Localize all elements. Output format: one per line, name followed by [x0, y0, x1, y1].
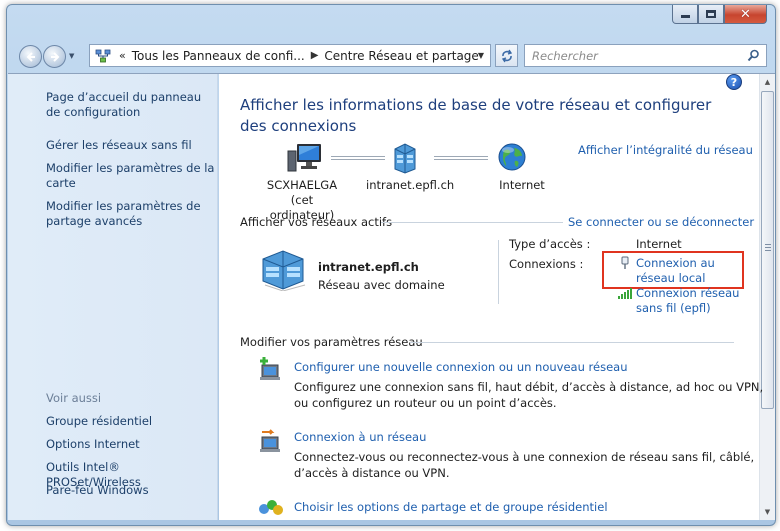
wireless-connection-line1: Connexion réseau: [636, 286, 740, 300]
section-divider: [381, 222, 563, 223]
arrow-left-icon: [26, 51, 35, 62]
setup-new-connection-link[interactable]: Configurer une nouvelle connexion ou un …: [294, 360, 627, 374]
breadcrumb-separator-icon[interactable]: ▶: [311, 50, 319, 61]
network-map-label: intranet.epfl.ch: [366, 178, 455, 192]
refresh-button[interactable]: [495, 44, 518, 67]
homegroup-icon: [259, 500, 283, 515]
active-networks-header: Afficher vos réseaux actifs: [240, 215, 393, 229]
connect-network-icon: [260, 429, 280, 452]
see-also-homegroup[interactable]: Groupe résidentiel: [46, 414, 216, 429]
sidebar-link-adapter-settings[interactable]: Modifier les paramètres de la carte: [46, 161, 216, 191]
wireless-connection-line2: sans fil (epfl): [636, 301, 711, 315]
grip-icon: [765, 244, 771, 251]
see-also-internet-options[interactable]: Options Internet: [46, 437, 216, 452]
active-network-type: Réseau avec domaine: [318, 278, 445, 292]
connect-to-network-desc-1: Connectez-vous ou reconnectez-vous à une…: [294, 450, 755, 464]
globe-icon: [498, 143, 526, 171]
control-panel-network-icon: [95, 49, 111, 62]
sharing-options-link[interactable]: Choisir les options de partage et de gro…: [294, 500, 608, 514]
maximize-button[interactable]: [698, 5, 724, 24]
internet-label: Internet: [499, 178, 545, 192]
refresh-icon: [501, 49, 512, 62]
search-icon[interactable]: [747, 49, 760, 62]
computer-icon: [287, 144, 321, 172]
close-icon: ✕: [740, 6, 751, 22]
maximize-icon: [706, 10, 716, 18]
navigation-bar: ▼ « Tous les Panneaux de confi... ▶ Cent…: [17, 43, 767, 69]
link-computer-to-network: [331, 156, 385, 160]
scroll-down-arrow-icon[interactable]: ▼: [760, 504, 775, 520]
domain-network-icon: [262, 250, 306, 291]
link-network-to-internet: [434, 156, 488, 160]
sidebar: Page d’accueil du panneau de configurati…: [8, 74, 218, 520]
recent-pages-dropdown[interactable]: ▼: [69, 52, 78, 61]
change-settings-header: Modifier vos paramètres réseau: [240, 335, 423, 349]
vertical-scrollbar[interactable]: ▲ ▼: [759, 74, 775, 520]
see-also-title: Voir aussi: [46, 391, 102, 405]
vertical-divider: [498, 240, 499, 304]
search-box[interactable]: [524, 44, 767, 67]
forward-button[interactable]: [43, 45, 66, 68]
wifi-signal-icon: [618, 288, 632, 299]
view-full-map-link[interactable]: Afficher l’intégralité du réseau: [578, 143, 753, 157]
highlight-box: [602, 251, 744, 289]
breadcrumb-network-center[interactable]: Centre Réseau et partage: [324, 49, 478, 63]
setup-new-connection-desc-2: ou configurez un routeur ou un point d’a…: [294, 396, 557, 410]
minimize-icon: [680, 15, 690, 18]
access-type-label: Type d’accès :: [509, 237, 591, 251]
minimize-button[interactable]: [672, 5, 698, 24]
new-connection-icon: [260, 357, 280, 380]
access-type-value: Internet: [636, 237, 682, 251]
sidebar-link-advanced-sharing[interactable]: Modifier les paramètres de partage avanc…: [46, 199, 216, 229]
help-icon[interactable]: ?: [726, 74, 742, 90]
wireless-connection-link[interactable]: Connexion réseau sans fil (epfl): [636, 286, 739, 316]
setup-new-connection-desc-1: Configurez une connexion sans fil, haut …: [294, 380, 764, 394]
sidebar-link-control-panel-home[interactable]: Page d’accueil du panneau de configurati…: [46, 90, 216, 120]
close-button[interactable]: ✕: [724, 5, 767, 24]
connect-to-network-desc-2: d’accès à distance ou VPN.: [294, 466, 450, 480]
connections-label: Connexions :: [509, 257, 584, 271]
caption-buttons: ✕: [672, 5, 767, 25]
arrow-right-icon: [50, 51, 59, 62]
address-bar[interactable]: « Tous les Panneaux de confi... ▶ Centre…: [89, 44, 491, 67]
scrollbar-thumb[interactable]: [761, 91, 774, 409]
active-network-name: intranet.epfl.ch: [318, 260, 419, 274]
connect-to-network-link[interactable]: Connexion à un réseau: [294, 430, 426, 444]
breadcrumb-overflow[interactable]: «: [119, 49, 126, 62]
section-divider: [410, 342, 734, 343]
address-dropdown-icon[interactable]: ▼: [478, 51, 484, 60]
search-input[interactable]: [532, 48, 742, 63]
network-icon: [394, 143, 416, 174]
page-title: Afficher les informations de base de vot…: [240, 96, 712, 135]
connect-disconnect-link[interactable]: Se connecter ou se déconnecter: [568, 215, 754, 229]
sidebar-link-manage-wireless[interactable]: Gérer les réseaux sans fil: [46, 138, 216, 153]
scroll-up-arrow-icon[interactable]: ▲: [760, 74, 775, 90]
back-button[interactable]: [19, 45, 42, 68]
computer-name: SCXHAELGA: [266, 178, 338, 192]
see-also-windows-firewall[interactable]: Pare-feu Windows: [46, 483, 216, 498]
breadcrumb-all-control-panels[interactable]: Tous les Panneaux de confi...: [132, 49, 305, 63]
